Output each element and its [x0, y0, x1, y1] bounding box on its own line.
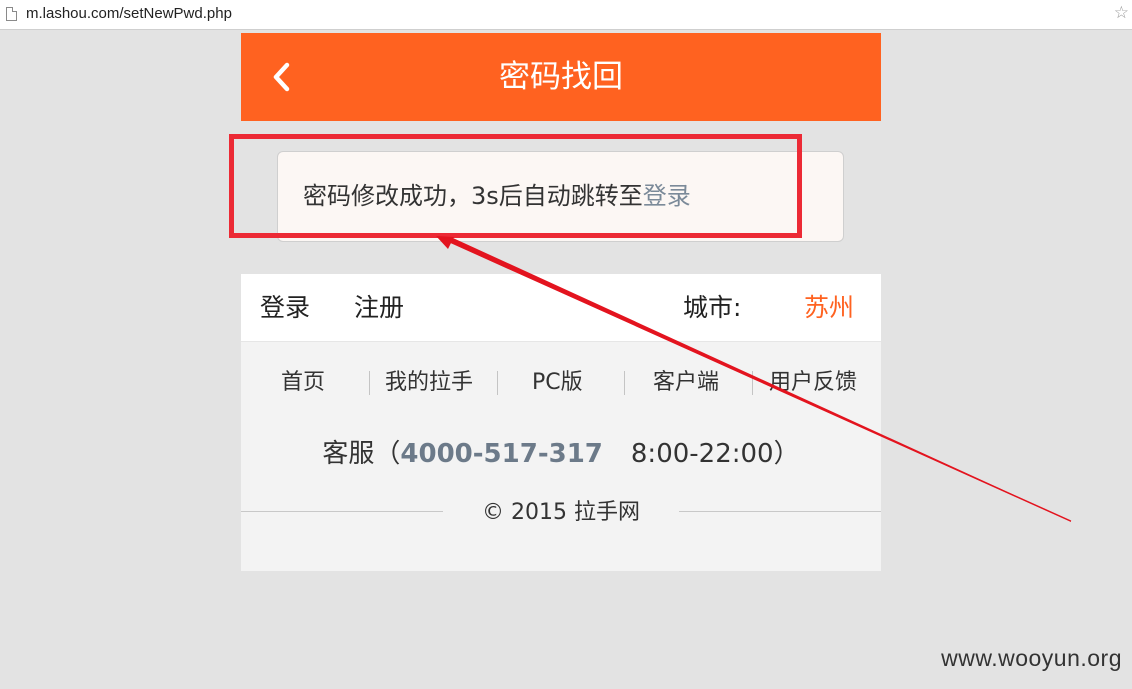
footer-link-home[interactable]: 首页 — [281, 368, 325, 398]
register-button[interactable]: 注册 — [354, 291, 404, 325]
footer-divider — [752, 371, 753, 395]
footer-divider — [497, 371, 498, 395]
footer-divider — [624, 371, 625, 395]
copyright: © 2015 拉手网 — [482, 500, 640, 525]
footer: 首页 我的拉手 PC版 客户端 用户反馈 客服（4000-517-317 8:00… — [241, 342, 881, 571]
service-hours: 8:00-22:00 — [630, 439, 774, 469]
star-icon[interactable]: ☆ — [1114, 3, 1129, 23]
page-icon — [6, 7, 17, 21]
footer-link-my-lashou[interactable]: 我的拉手 — [385, 368, 473, 398]
customer-service-line: 客服（4000-517-317 8:00-22:00） — [241, 436, 881, 472]
address-url[interactable]: m.lashou.com/setNewPwd.php — [26, 5, 232, 22]
user-bar: 登录 注册 城市: 苏州 — [241, 274, 881, 342]
footer-link-client[interactable]: 客户端 — [653, 368, 719, 398]
annotation-highlight-box — [229, 134, 802, 238]
footer-link-feedback[interactable]: 用户反馈 — [769, 368, 857, 398]
city-selector[interactable]: 苏州 — [804, 291, 854, 325]
footer-divider — [369, 371, 370, 395]
page-header: 密码找回 — [241, 33, 881, 121]
service-prefix: 客服（ — [322, 439, 401, 469]
watermark: www.wooyun.org — [941, 645, 1122, 671]
service-suffix: ） — [773, 439, 800, 469]
footer-link-pc[interactable]: PC版 — [532, 368, 583, 398]
login-button[interactable]: 登录 — [260, 291, 310, 325]
service-phone[interactable]: 4000-517-317 — [400, 439, 603, 469]
city-label: 城市: — [683, 293, 742, 322]
browser-address-bar: m.lashou.com/setNewPwd.php ☆ — [0, 0, 1132, 30]
page-title: 密码找回 — [499, 59, 623, 95]
